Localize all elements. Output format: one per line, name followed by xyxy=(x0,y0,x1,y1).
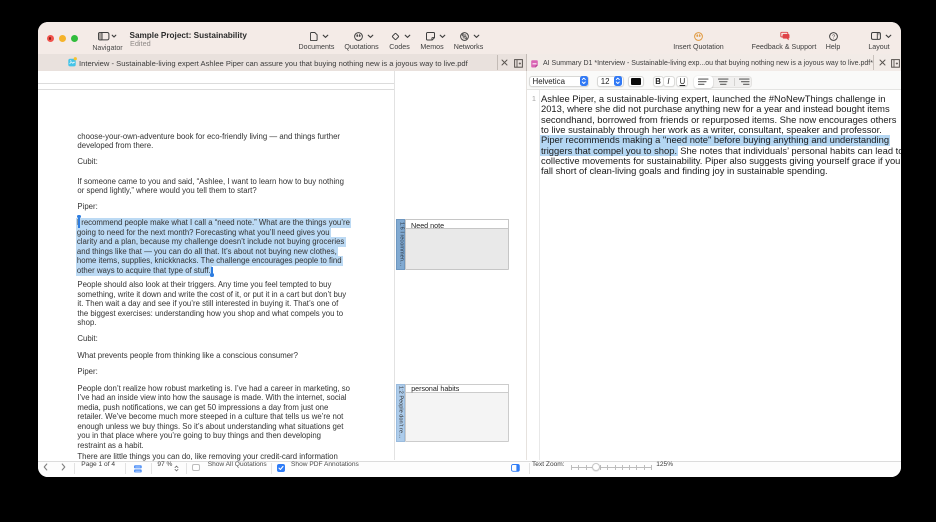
svg-text:?: ? xyxy=(832,34,835,40)
